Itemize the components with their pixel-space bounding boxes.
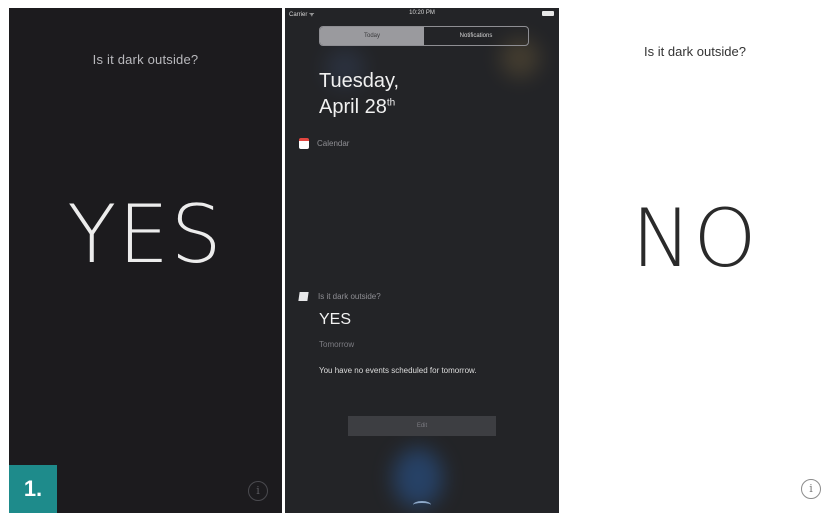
status-time: 10:20 PM [409,10,435,16]
battery-icon [542,11,554,16]
info-icon[interactable]: i [801,479,821,499]
widget-answer: YES [319,311,352,328]
question-label: Is it dark outside? [92,52,199,67]
no-events-text: You have no events scheduled for tomorro… [319,366,477,375]
pull-handle-icon[interactable] [413,501,431,509]
light-app-screen: Is it dark outside? NO i [561,8,829,513]
date-suffix: th [386,97,396,109]
edit-button[interactable]: Edit [348,416,496,436]
tomorrow-label: Tomorrow [319,340,355,349]
background-glow [393,448,443,508]
screenshot-frame: Is it dark outside? YES i 1. Carrier ᯤ 1… [0,0,829,513]
app-icon [298,292,309,301]
dark-outside-widget-header[interactable]: Is it dark outside? [298,292,381,301]
notification-center-screen: Carrier ᯤ 10:20 PM Today Notifications T… [285,8,559,513]
date-heading: April 28th [319,96,395,119]
tab-today[interactable]: Today [320,27,424,45]
answer-yes: YES [67,188,224,281]
figure-number-badge: 1. [9,465,57,513]
date-day: April 28 [319,96,387,118]
today-notifications-segmented-control: Today Notifications [319,26,529,46]
tab-notifications[interactable]: Notifications [424,27,528,45]
calendar-icon [299,138,309,149]
date-weekday: Tuesday, [319,70,400,92]
answer-no: NO [631,192,759,285]
dark-app-screen: Is it dark outside? YES i [9,8,282,513]
calendar-widget-header[interactable]: Calendar [299,138,349,149]
calendar-label: Calendar [317,139,350,148]
status-bar: Carrier ᯤ 10:20 PM [285,10,559,20]
info-icon[interactable]: i [248,481,268,501]
question-label: Is it dark outside? [644,44,746,59]
widget-title: Is it dark outside? [318,292,381,301]
